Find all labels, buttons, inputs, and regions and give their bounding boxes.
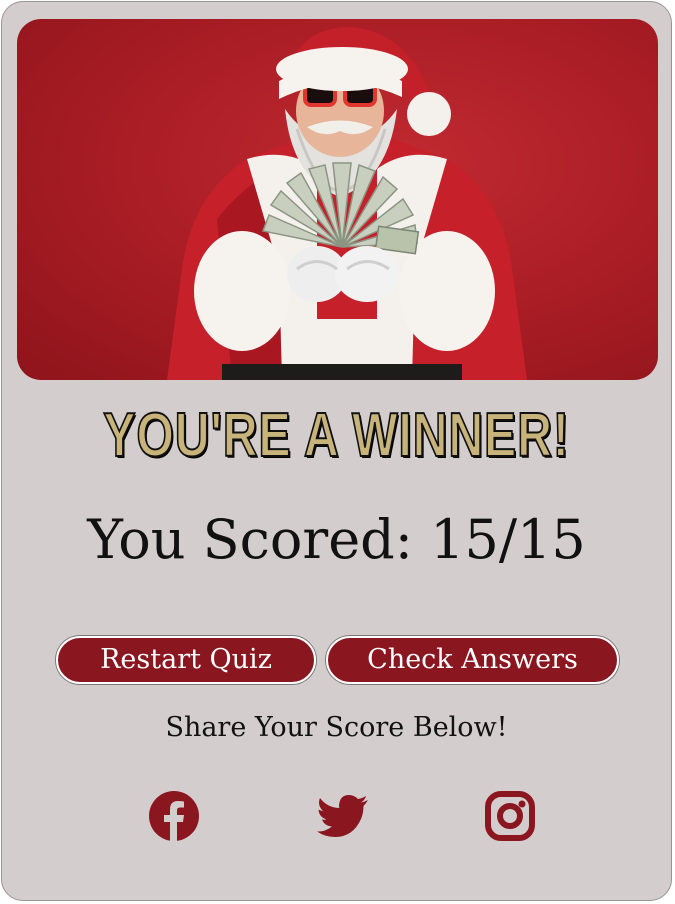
instagram-icon[interactable] <box>484 790 536 842</box>
winner-headline: YOU'RE A WINNER! <box>103 400 570 471</box>
restart-quiz-button[interactable]: Restart Quiz <box>56 636 316 684</box>
check-answers-button[interactable]: Check Answers <box>326 636 619 684</box>
results-card: YOU'RE A WINNER! You Scored: 15/15 Resta… <box>1 1 672 901</box>
twitter-icon[interactable] <box>317 790 369 842</box>
share-prompt: Share Your Score Below! <box>165 712 508 743</box>
hero-image <box>17 19 658 380</box>
score-text: You Scored: 15/15 <box>87 508 586 571</box>
facebook-icon[interactable] <box>148 790 200 842</box>
